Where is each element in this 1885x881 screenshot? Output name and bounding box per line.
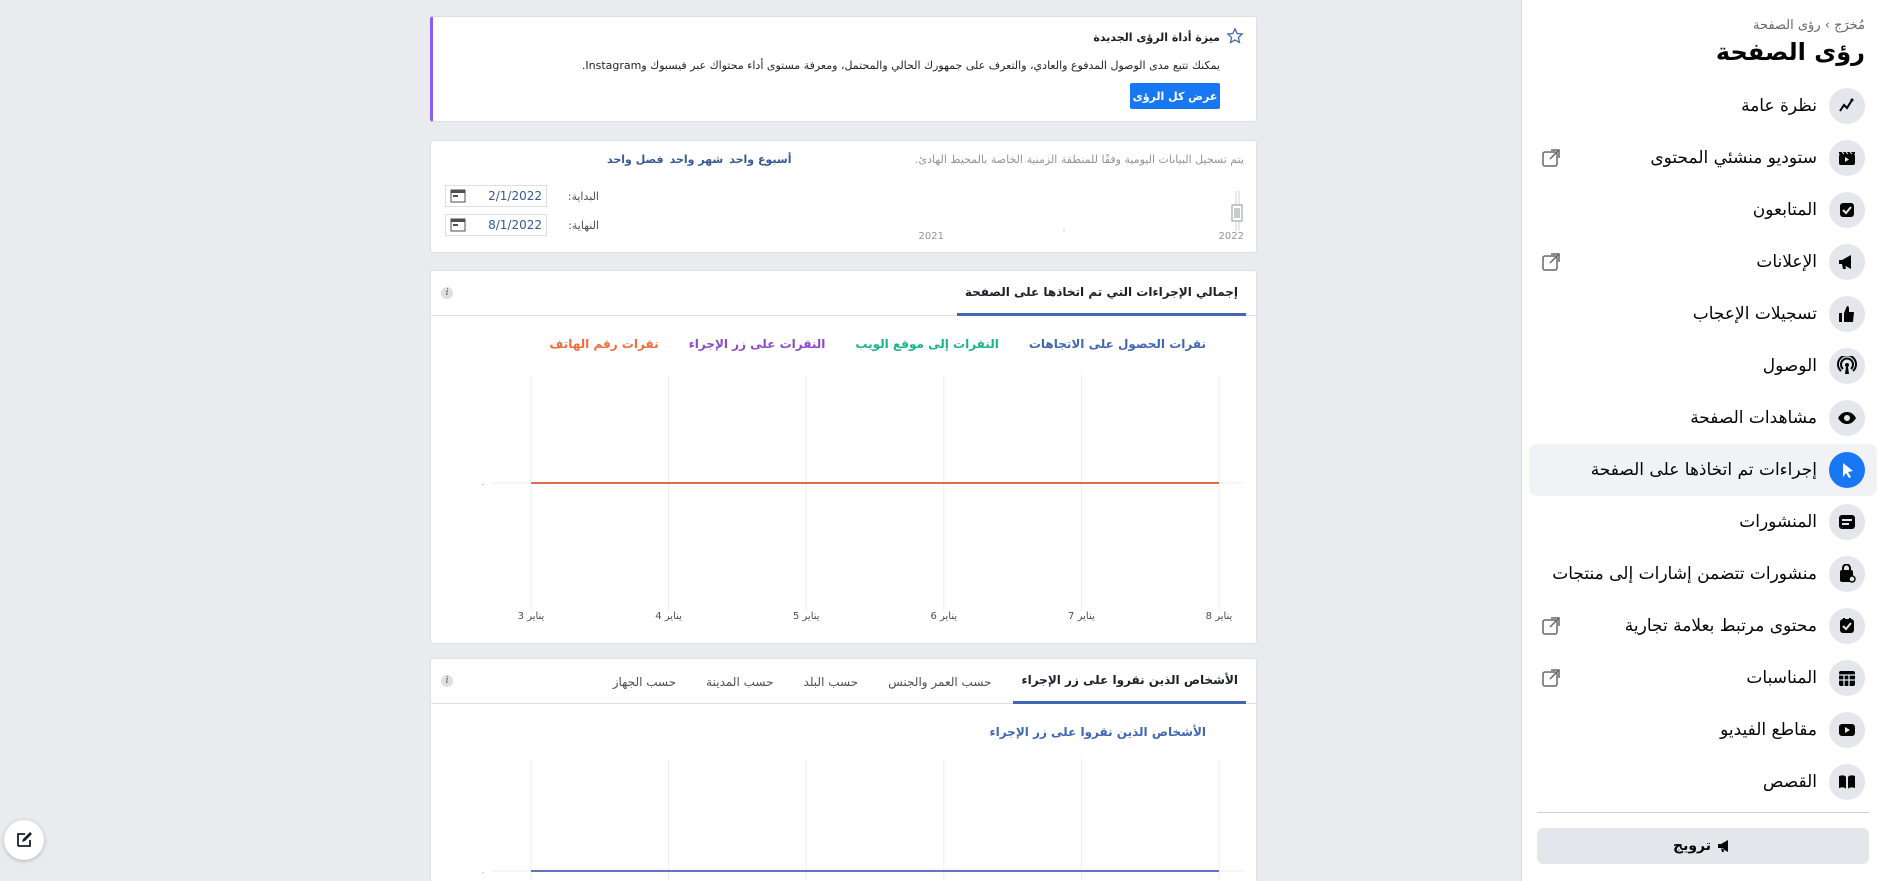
external-link-icon xyxy=(1542,669,1560,687)
sidebar-item-1[interactable]: ستوديو منشئي المحتوى xyxy=(1521,132,1885,184)
calendar-icon[interactable] xyxy=(450,218,466,232)
start-date-field[interactable]: 2/1/2022 xyxy=(445,185,547,207)
timeline-track xyxy=(1063,191,1243,232)
sidebar-item-label: نظرة عامة xyxy=(1741,96,1817,116)
broadcast-icon xyxy=(1829,348,1865,384)
sidebar-item-label: المنشورات xyxy=(1739,512,1817,532)
sidebar-item-label: محتوى مرتبط بعلامة تجارية xyxy=(1624,616,1817,636)
breadcrumb[interactable]: مُخرَج › رؤى الصفحة xyxy=(1753,18,1865,33)
sidebar-item-10[interactable]: محتوى مرتبط بعلامة تجارية xyxy=(1521,600,1885,652)
sidebar-item-11[interactable]: المناسبات xyxy=(1521,652,1885,704)
end-date-field[interactable]: 8/1/2022 xyxy=(445,214,547,236)
timeline-year-2021: 2021 xyxy=(918,231,944,242)
external-link-icon xyxy=(1542,617,1560,635)
megaphone-icon xyxy=(1718,840,1729,852)
sidebar-item-label: مشاهدات الصفحة xyxy=(1690,408,1817,428)
sidebar-item-label: المتابعون xyxy=(1752,200,1817,220)
end-label: النهاية: xyxy=(568,218,599,232)
x-tick-label: يناير 3 xyxy=(518,611,545,622)
y-tick-label: ٠ xyxy=(481,480,486,490)
post-icon xyxy=(1829,504,1865,540)
compose-button[interactable] xyxy=(4,820,44,860)
actions-line-chart: ٠ يناير 3 يناير 4 يناير 5 يناير 6 يناير 7 يناي… xyxy=(481,375,1243,622)
page-title: رؤى الصفحة xyxy=(1715,38,1865,66)
y-tick-label: ٠ xyxy=(481,868,486,878)
cursor-icon xyxy=(1829,452,1865,488)
sidebar: مُخرَج › رؤى الصفحة رؤى الصفحة نظرة عامة… xyxy=(1521,0,1885,881)
sidebar-item-label: إجراءات تم اتخاذها على الصفحة xyxy=(1590,460,1817,480)
promote-label: ترويج xyxy=(1673,838,1712,854)
branded-content-icon xyxy=(1829,608,1865,644)
total-actions-card: إجمالي الإجراءات التي تم اتخاذها على الص… xyxy=(430,270,1257,644)
sidebar-item-12[interactable]: مقاطع الفيديو xyxy=(1521,704,1885,756)
x-tick-label: يناير 6 xyxy=(930,611,957,622)
timezone-note: يتم تسجيل البيانات اليومية وفقًا للمنطقة… xyxy=(915,153,1244,166)
sidebar-item-4[interactable]: تسجيلات الإعجاب xyxy=(1521,288,1885,340)
sidebar-item-label: منشورات تتضمن إشارات إلى منتجات xyxy=(1552,564,1817,584)
sidebar-item-label: مقاطع الفيديو xyxy=(1720,720,1817,740)
promote-button[interactable]: ترويج xyxy=(1537,828,1869,864)
x-tick-label: يناير 5 xyxy=(793,611,820,622)
external-link-icon xyxy=(1542,253,1560,271)
star-icon xyxy=(1226,27,1244,44)
thumbs-up-icon xyxy=(1829,296,1865,332)
trend-line-icon xyxy=(1829,88,1865,124)
sidebar-item-label: الوصول xyxy=(1762,356,1817,376)
sidebar-item-label: الإعلانات xyxy=(1756,252,1817,272)
book-icon xyxy=(1829,764,1865,800)
range-presets: أسبوع واحد شهر واحد فصل واحد xyxy=(607,153,791,166)
checkbox-icon xyxy=(1829,192,1865,228)
start-date-value: 2/1/2022 xyxy=(488,189,542,203)
sidebar-item-7[interactable]: إجراءات تم اتخاذها على الصفحة xyxy=(1529,444,1877,496)
sidebar-item-0[interactable]: نظرة عامة xyxy=(1521,80,1885,132)
clapperboard-icon xyxy=(1829,140,1865,176)
sidebar-item-label: تسجيلات الإعجاب xyxy=(1692,304,1817,324)
sidebar-item-9[interactable]: منشورات تتضمن إشارات إلى منتجات xyxy=(1521,548,1885,600)
x-tick-label: يناير 8 xyxy=(1206,611,1233,622)
banner-title: ميزة أداة الرؤى الجديدة xyxy=(1093,31,1220,44)
sidebar-item-label: ستوديو منشئي المحتوى xyxy=(1650,148,1817,168)
end-date-value: 8/1/2022 xyxy=(488,218,542,232)
sidebar-item-6[interactable]: مشاهدات الصفحة xyxy=(1521,392,1885,444)
sidebar-item-5[interactable]: الوصول xyxy=(1521,340,1885,392)
timeline-slider[interactable]: 2022 2021 xyxy=(904,183,1244,242)
end-date-row: النهاية: 8/1/2022 xyxy=(445,214,599,236)
megaphone-icon xyxy=(1829,244,1865,280)
preset-week[interactable]: أسبوع واحد xyxy=(729,153,791,166)
sidebar-item-label: القصص xyxy=(1762,772,1817,792)
external-link-icon xyxy=(1542,149,1560,167)
start-label: البداية: xyxy=(567,189,599,203)
new-insights-banner: ميزة أداة الرؤى الجديدة يمكنك تتبع مدى ا… xyxy=(430,16,1257,122)
sidebar-item-2[interactable]: المتابعون xyxy=(1521,184,1885,236)
sidebar-item-8[interactable]: المنشورات xyxy=(1521,496,1885,548)
timeline-year-2022: 2022 xyxy=(1218,231,1244,242)
x-tick-label: يناير 7 xyxy=(1068,611,1095,622)
x-tick-label: يناير 4 xyxy=(655,611,682,622)
banner-description: يمكنك تتبع مدى الوصول المدفوع والعادي، و… xyxy=(581,59,1220,72)
people-line-chart: ٠ xyxy=(481,759,1243,881)
calendar-icon[interactable] xyxy=(450,189,466,203)
sidebar-item-label: المناسبات xyxy=(1746,668,1817,688)
calendar-icon xyxy=(1829,660,1865,696)
shopping-bag-icon xyxy=(1829,556,1865,592)
video-icon xyxy=(1829,712,1865,748)
sidebar-item-3[interactable]: الإعلانات xyxy=(1521,236,1885,288)
people-clicked-card: الأشخاص الذين نقروا على زر الإجراء حسب ال… xyxy=(430,658,1257,881)
view-all-insights-button[interactable]: عرض كل الرؤى xyxy=(1130,83,1220,109)
eye-icon xyxy=(1829,400,1865,436)
start-date-row: البداية: 2/1/2022 xyxy=(445,185,599,207)
sidebar-item-13[interactable]: القصص xyxy=(1521,756,1885,808)
date-range-card: يتم تسجيل البيانات اليومية وفقًا للمنطقة… xyxy=(430,140,1257,253)
sidebar-nav: نظرة عامة ستوديو منشئي المحتوى المتابعون ال… xyxy=(1521,80,1885,808)
sidebar-divider xyxy=(1537,812,1869,813)
preset-month[interactable]: شهر واحد xyxy=(670,153,724,166)
edit-icon xyxy=(17,832,32,847)
preset-quarter[interactable]: فصل واحد xyxy=(607,153,664,166)
